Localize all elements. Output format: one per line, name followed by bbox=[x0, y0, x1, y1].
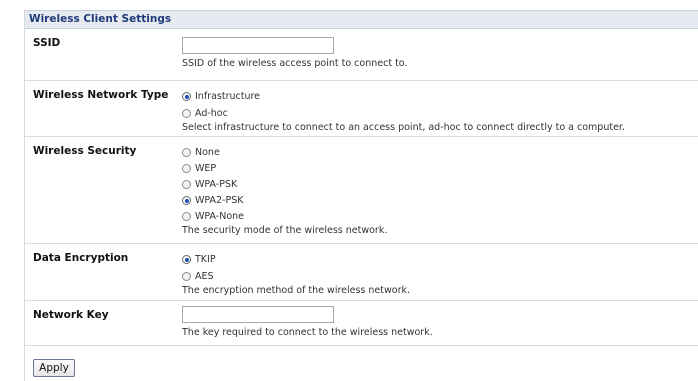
security-option-wep[interactable]: WEP bbox=[182, 162, 387, 175]
network-key-input[interactable] bbox=[182, 306, 334, 323]
option-label: WPA-None bbox=[195, 211, 245, 222]
network-key-label: Network Key bbox=[33, 309, 109, 321]
option-label: Ad-hoc bbox=[195, 108, 228, 119]
radio-selected-icon[interactable] bbox=[182, 196, 191, 205]
radio-unselected-icon[interactable] bbox=[182, 164, 191, 173]
radio-unselected-icon[interactable] bbox=[182, 180, 191, 189]
ssid-input[interactable] bbox=[182, 37, 334, 54]
security-label: Wireless Security bbox=[33, 145, 137, 157]
radio-selected-icon[interactable] bbox=[182, 92, 191, 101]
network-type-option-adhoc[interactable]: Ad-hoc bbox=[182, 107, 625, 120]
apply-button[interactable]: Apply bbox=[33, 359, 75, 377]
ssid-label: SSID bbox=[33, 37, 61, 49]
option-label: WEP bbox=[195, 163, 217, 174]
radio-selected-icon[interactable] bbox=[182, 255, 191, 264]
network-key-row: Network Key The key required to connect … bbox=[25, 301, 698, 346]
network-type-option-infrastructure[interactable]: Infrastructure bbox=[182, 90, 625, 103]
network-type-label: Wireless Network Type bbox=[33, 89, 169, 101]
wireless-client-settings-panel: Wireless Client Settings SSID SSID of th… bbox=[24, 10, 698, 381]
encryption-row: Data Encryption TKIP AES The encryption … bbox=[25, 244, 698, 301]
option-label: WPA-PSK bbox=[195, 179, 238, 190]
encryption-help: The encryption method of the wireless ne… bbox=[182, 285, 410, 296]
ssid-row: SSID SSID of the wireless access point t… bbox=[25, 29, 698, 81]
option-label: AES bbox=[195, 271, 214, 282]
radio-unselected-icon[interactable] bbox=[182, 109, 191, 118]
option-label: TKIP bbox=[195, 254, 216, 265]
section-title: Wireless Client Settings bbox=[25, 10, 698, 29]
security-help: The security mode of the wireless networ… bbox=[182, 225, 388, 236]
option-label: WPA2-PSK bbox=[195, 195, 244, 206]
radio-unselected-icon[interactable] bbox=[182, 148, 191, 157]
network-type-row: Wireless Network Type Infrastructure Ad-… bbox=[25, 81, 698, 137]
security-option-wpa2-psk[interactable]: WPA2-PSK bbox=[182, 194, 387, 207]
security-option-wpa-none[interactable]: WPA-None bbox=[182, 210, 387, 223]
radio-unselected-icon[interactable] bbox=[182, 272, 191, 281]
security-option-none[interactable]: None bbox=[182, 146, 387, 159]
encryption-option-tkip[interactable]: TKIP bbox=[182, 253, 410, 266]
option-label: None bbox=[195, 147, 220, 158]
encryption-option-aes[interactable]: AES bbox=[182, 270, 410, 283]
network-key-help: The key required to connect to the wirel… bbox=[182, 327, 433, 338]
security-row: Wireless Security None WEP WPA-PSK WPA2-… bbox=[25, 137, 698, 244]
option-label: Infrastructure bbox=[195, 91, 261, 102]
radio-unselected-icon[interactable] bbox=[182, 212, 191, 221]
encryption-label: Data Encryption bbox=[33, 252, 129, 264]
ssid-help: SSID of the wireless access point to con… bbox=[182, 58, 408, 69]
security-option-wpa-psk[interactable]: WPA-PSK bbox=[182, 178, 387, 191]
network-type-help: Select infrastructure to connect to an a… bbox=[182, 122, 625, 133]
